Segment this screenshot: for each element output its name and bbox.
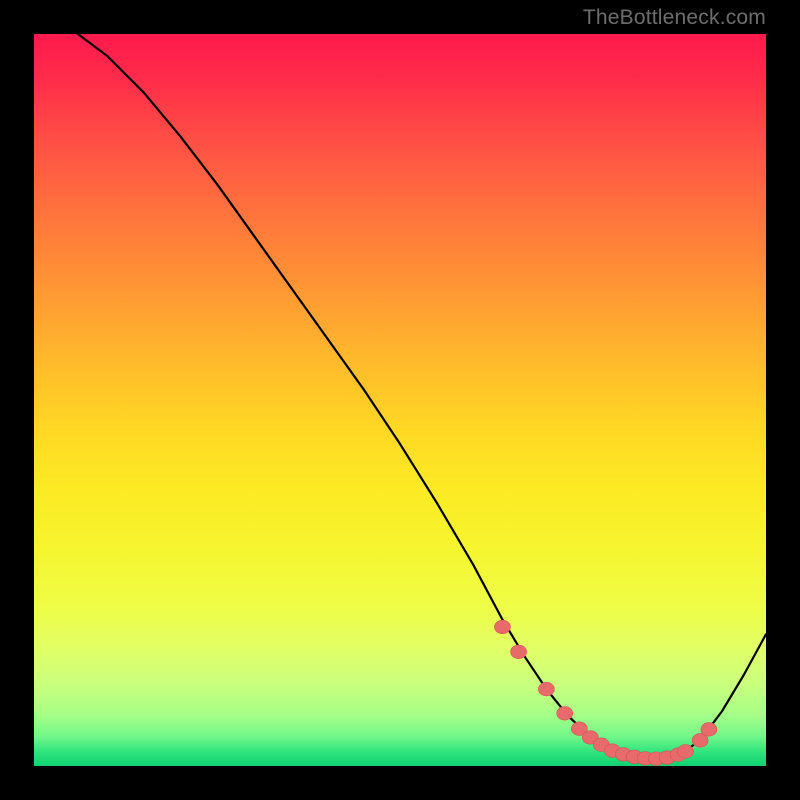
marker-dot	[511, 645, 527, 659]
bottleneck-curve	[78, 34, 766, 759]
watermark-text: TheBottleneck.com	[583, 6, 766, 30]
marker-dot-group	[494, 620, 716, 765]
marker-dot	[538, 682, 554, 696]
marker-dot	[494, 620, 510, 634]
chart-overlay-svg	[34, 34, 766, 766]
chart-frame: TheBottleneck.com	[0, 0, 800, 800]
marker-dot	[557, 707, 573, 721]
marker-dot	[701, 723, 717, 737]
marker-dot	[677, 745, 693, 759]
